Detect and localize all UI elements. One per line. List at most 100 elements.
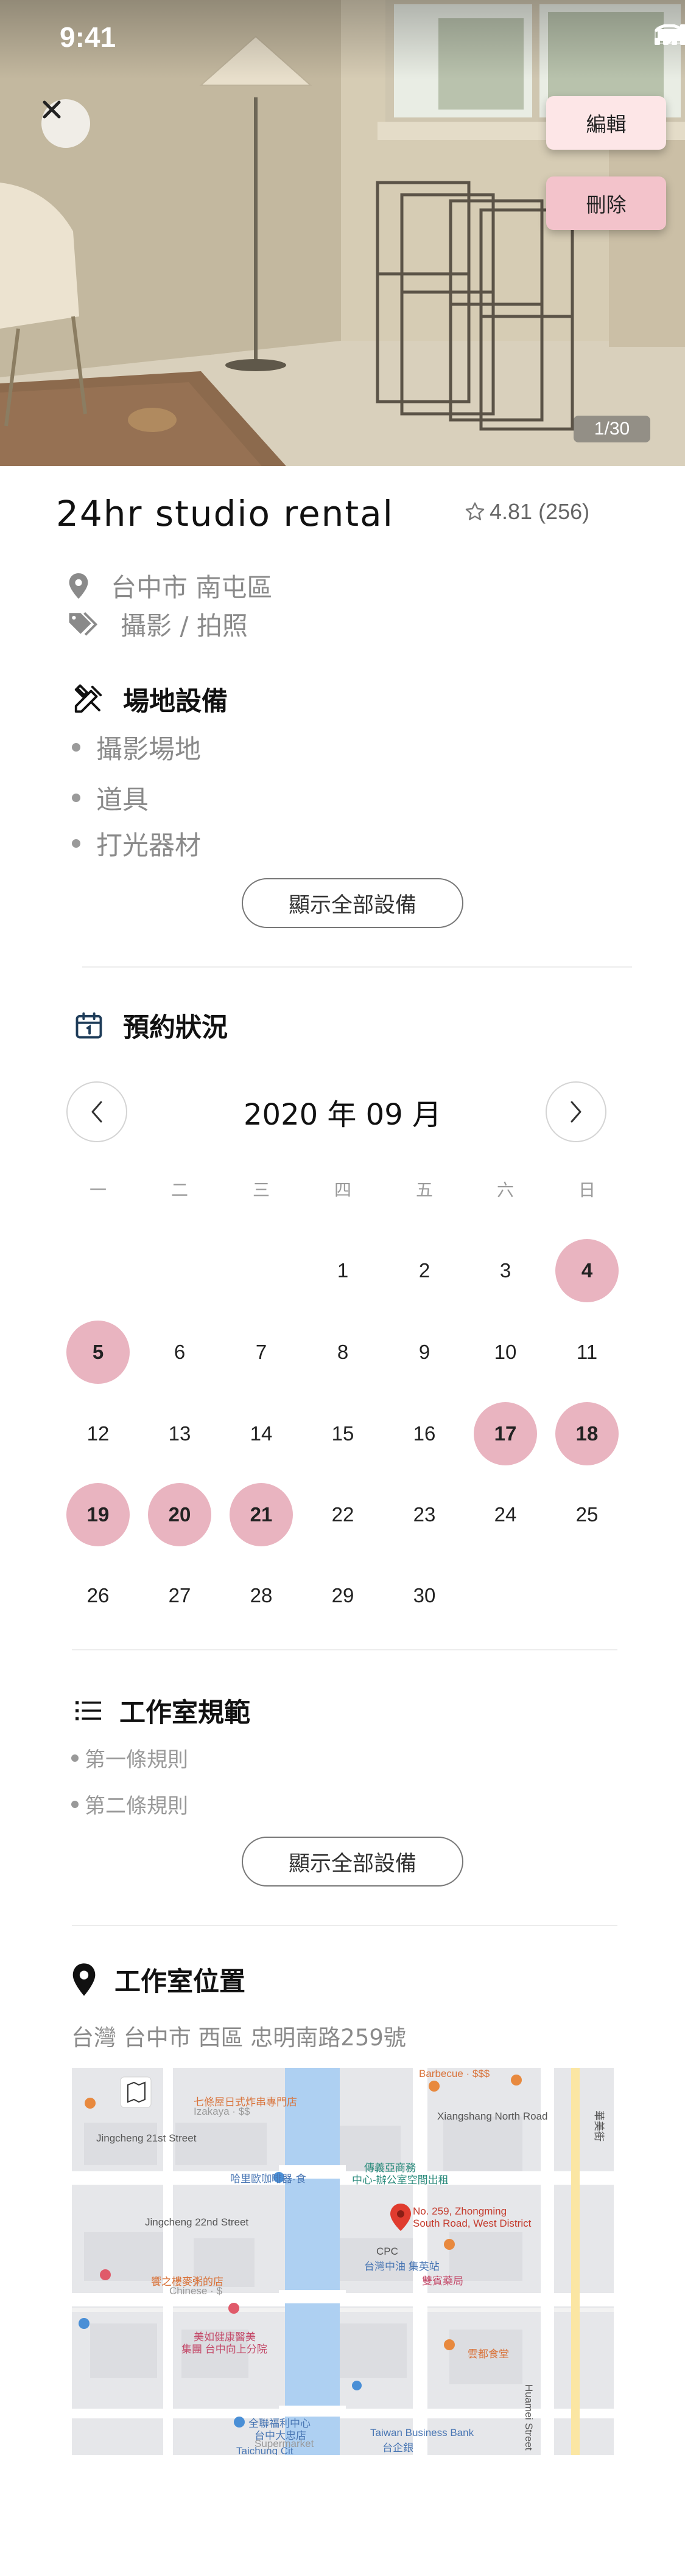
status-bar: 9:41 [0,0,685,73]
map-label: Jingcheng 22nd Street [145,2216,249,2228]
bullet-dot [72,794,80,802]
weekday-label: 五 [415,1180,433,1200]
next-month-button[interactable] [546,1081,606,1142]
calendar-day-booked[interactable]: 20 [148,1483,211,1546]
facility-item: 打光器材 [72,825,201,862]
calendar-day[interactable]: 30 [393,1564,456,1627]
map-label: 雙賓藥局 [422,2275,463,2287]
map-label: Izakaya · $$ [194,2106,250,2117]
map-label: 中心-辦公室空間出租 [352,2174,449,2186]
calendar-day[interactable]: 22 [311,1483,374,1546]
delete-button[interactable]: 刪除 [546,176,666,230]
facilities-heading-text: 場地設備 [123,686,228,717]
weekday-label: 一 [89,1180,107,1200]
list-icon [76,1701,101,1720]
booking-heading-text: 預約狀況 [123,1013,228,1043]
divider [72,1925,617,1926]
address-text: 台灣 台中市 西區 忠明南路259號 [71,2025,406,2051]
calendar-day[interactable]: 6 [148,1321,211,1384]
edit-button[interactable]: 編輯 [546,96,666,150]
calendar-day[interactable]: 25 [555,1483,619,1546]
rules-heading: 工作室規範 [76,1692,250,1730]
location-pin-icon [69,573,88,599]
divider [82,966,632,968]
calendar-day[interactable]: 15 [311,1402,374,1465]
tags-icon [69,612,98,636]
location-heading-text: 工作室位置 [114,1967,245,1997]
calendar-day[interactable]: 9 [393,1321,456,1384]
calendar-day[interactable]: 13 [148,1402,211,1465]
location-heading: 工作室位置 [72,1961,245,1998]
close-icon [43,100,61,119]
calendar-day[interactable]: 11 [555,1321,619,1384]
calendar-day[interactable]: 27 [148,1564,211,1627]
bullet-dot [71,1800,79,1808]
bullet-dot [71,1754,79,1762]
facility-item-label: 打光器材 [96,831,201,861]
booking-heading: 預約狀況 [73,1007,228,1044]
calendar-day[interactable]: 1 [311,1239,374,1302]
facility-item-label: 攝影場地 [96,735,201,765]
show-all-facilities-button[interactable]: 顯示全部設備 [242,878,463,928]
close-button[interactable] [41,99,90,148]
location-map[interactable]: 七條屋日式炸串專門店 Izakaya · $$ Barbecue · $$$ X… [72,2068,614,2455]
map-label: South Road, West District [413,2218,532,2229]
chevron-right-icon [571,1101,581,1123]
rules-heading-text: 工作室規範 [119,1698,250,1728]
battery-icon [655,26,685,44]
calendar-icon [76,1012,102,1039]
calendar-day-booked[interactable]: 5 [66,1321,130,1384]
hero-photo[interactable]: 9:41 編輯 刪除 1/30 [0,0,685,466]
calendar-day[interactable]: 23 [393,1483,456,1546]
map-label: Taichung Cit [236,2445,293,2455]
show-all-rules-button[interactable]: 顯示全部設備 [242,1837,463,1887]
map-label: 台灣中油 集英站 [364,2261,440,2272]
calendar-day[interactable]: 14 [230,1402,293,1465]
bullet-dot [72,743,80,752]
calendar-day[interactable]: 3 [474,1239,537,1302]
calendar-day[interactable]: 7 [230,1321,293,1384]
category-row: 攝影 / 拍照 [68,606,248,643]
category-text: 攝影 / 拍照 [121,611,248,641]
rating-text: 4.81 (256) [490,499,590,524]
status-time: 9:41 [60,21,116,53]
calendar-day[interactable]: 2 [393,1239,456,1302]
map-label: 哈里歐咖啡器·食 [230,2173,306,2185]
calendar-day-booked[interactable]: 17 [474,1402,537,1465]
photo-counter: 1/30 [574,416,650,442]
map-label: CPC [376,2246,398,2257]
map-label: Huamei Street [523,2384,535,2451]
calendar-day-booked[interactable]: 18 [555,1402,619,1465]
calendar-day[interactable]: 26 [66,1564,130,1627]
calendar-day-booked[interactable]: 21 [230,1483,293,1546]
weekday-label: 日 [578,1180,595,1200]
rule-item: 第一條規則 [71,1743,188,1773]
map-label: No. 259, Zhongming [413,2205,507,2217]
calendar-day[interactable]: 12 [66,1402,130,1465]
map-label: Barbecue · $$$ [419,2068,490,2079]
calendar-day-booked[interactable]: 19 [66,1483,130,1546]
calendar-day[interactable]: 8 [311,1321,374,1384]
facilities-heading: 場地設備 [72,680,228,718]
facility-item: 道具 [72,779,149,817]
calendar-day[interactable]: 24 [474,1483,537,1546]
weekday-label: 六 [496,1180,514,1200]
tools-icon [74,684,102,713]
rule-item-label: 第二條規則 [85,1794,188,1818]
map-label: Chinese · $ [169,2285,222,2297]
rating: 4.81 (256) [464,499,589,525]
facility-item-label: 道具 [96,785,149,815]
calendar-day[interactable]: 29 [311,1564,374,1627]
listing-title: 24hr studio rental [56,493,394,534]
calendar-day[interactable]: 16 [393,1402,456,1465]
location-row: 台中市 南屯區 [68,567,272,604]
calendar-day-booked[interactable]: 4 [555,1239,619,1302]
facility-item: 攝影場地 [72,728,201,766]
map-label: 雲都食堂 [468,2348,509,2360]
weekday-header: 一二三四五六日 [0,1177,685,1201]
bullet-dot [72,839,80,848]
calendar-day[interactable]: 10 [474,1321,537,1384]
location-text: 台中市 南屯區 [111,573,273,602]
calendar-day[interactable]: 28 [230,1564,293,1627]
rule-item: 第二條規則 [71,1789,188,1819]
